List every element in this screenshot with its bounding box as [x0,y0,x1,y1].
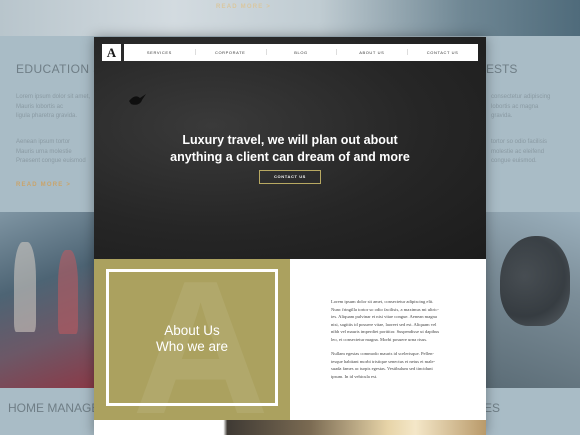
background-text-left-1: Lorem ipsum dolor sit amet, Mauris lobor… [16,94,91,119]
background-top-photo [0,0,580,36]
about-title: About Us Who we are [155,323,229,354]
next-section-preview [94,420,486,435]
nav-bar: SERVICES CORPORATE BLOG ABOUT US CONTACT… [124,44,478,61]
background-read-more-link: READ MORE > [216,4,272,10]
nav-item-services[interactable]: SERVICES [124,50,195,55]
background-text-right-2: tortor so odio facilisis molestie ac ele… [491,139,548,164]
about-paragraph-1: Lorem ipsum dolor sit amet, consectetur … [331,299,440,342]
photo-figure [58,250,78,334]
nav-item-blog[interactable]: BLOG [265,49,337,55]
about-text-panel: Lorem ipsum dolor sit amet, consectetur … [290,259,486,420]
top-navigation: A SERVICES CORPORATE BLOG ABOUT US CONTA… [102,44,478,61]
photo-figure [14,242,36,332]
about-panel: A About Us Who we are [94,259,290,420]
hero-section: A SERVICES CORPORATE BLOG ABOUT US CONTA… [94,37,486,259]
background-read-more-left: READ MORE > [16,182,72,188]
background-text-left-2: Aenean ipsum tortor Mauris urna molestie… [16,139,86,164]
background-fashion-photo [0,212,94,388]
background-heading-right: ESTS [486,62,518,76]
contact-us-button[interactable]: CONTACT US [259,170,321,184]
website-mockup: A SERVICES CORPORATE BLOG ABOUT US CONTA… [94,37,486,435]
nav-item-about-us[interactable]: ABOUT US [336,49,407,55]
bird-icon [129,94,146,105]
nav-item-corporate[interactable]: CORPORATE [194,49,266,55]
nav-item-contact-us[interactable]: CONTACT US [407,49,478,55]
dog-silhouette [500,236,570,326]
hero-title: Luxury travel, we will plan out about an… [170,133,410,164]
about-paragraph-2: Nullam egestas commodo mauris id sceleri… [331,351,436,379]
background-heading-bottom-right: ES [484,401,501,415]
logo[interactable]: A [102,44,121,61]
background-text-right-1: consectetur adipiscing lobortis ac magna… [491,94,551,119]
